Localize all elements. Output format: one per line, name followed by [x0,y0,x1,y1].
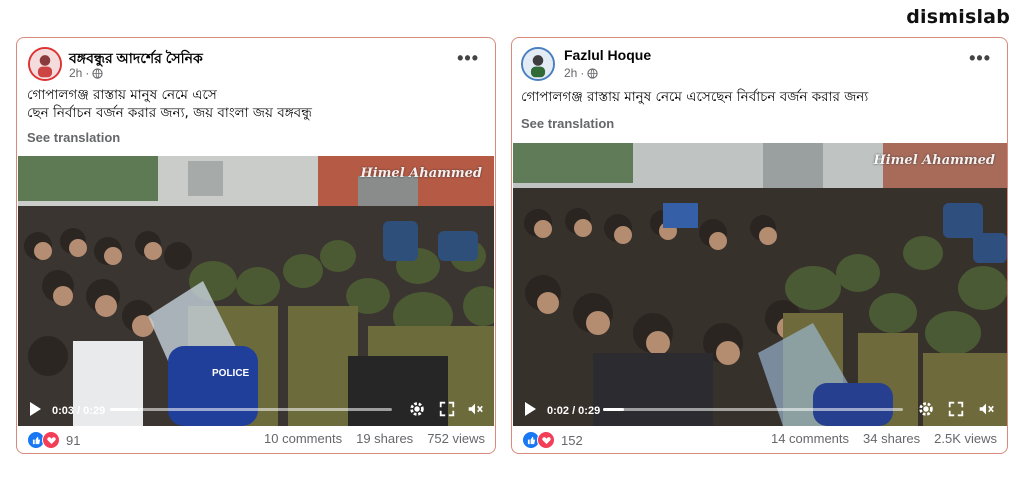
volume-icon[interactable] [977,400,995,418]
shares-link[interactable]: 34 shares [863,431,920,446]
play-icon[interactable] [30,402,41,416]
views-count: 752 views [427,431,485,446]
globe-icon [92,67,103,79]
video-progress-bar[interactable] [603,408,903,411]
more-icon[interactable]: ••• [457,48,479,69]
facebook-post-1: বঙ্গবন্ধুর আদর্শের সৈনিক 2h · ••• গোপালগ… [16,37,496,454]
post-meta: 2h · [69,66,103,80]
fullscreen-icon[interactable] [438,400,456,418]
post-time[interactable]: 2h [564,66,577,80]
brand-logo: dismislab [906,6,1010,28]
globe-icon [587,67,598,79]
settings-icon[interactable] [917,400,935,418]
comments-link[interactable]: 10 comments [264,431,342,446]
video-watermark: Himel Ahammed [360,166,482,181]
post-text: গোপালগঞ্জ রাস্তায় মানুষ নেমে এসে ছেন নি… [27,86,482,122]
reactions[interactable]: 152 [522,431,583,449]
post-stats: 14 comments 34 shares 2.5K views [771,431,997,446]
shares-link[interactable]: 19 shares [356,431,413,446]
video-player[interactable]: POLICE Himel Ahammed 0:03 / 0:29 [18,156,494,426]
post-text-line: গোপালগঞ্জ রাস্তায় মানুষ নেমে এসেছেন নির… [521,89,869,105]
avatar[interactable] [521,47,555,81]
reactions[interactable]: 91 [27,431,80,449]
video-watermark: Himel Ahammed [873,153,995,168]
reaction-count: 91 [66,432,81,448]
post-meta: 2h · [564,66,598,80]
facebook-post-2: Fazlul Hoque 2h · ••• গোপালগঞ্জ রাস্তায়… [511,37,1008,454]
video-progress-bar[interactable] [110,408,392,411]
more-icon[interactable]: ••• [969,48,991,69]
author-name[interactable]: Fazlul Hoque [564,47,651,63]
reaction-count: 152 [561,432,583,448]
post-text: গোপালগঞ্জ রাস্তায় মানুষ নেমে এসেছেন নির… [521,88,1001,106]
post-footer: 152 14 comments 34 shares 2.5K views [512,425,1007,453]
video-frame [18,156,494,426]
video-time: 0:02 / 0:29 [547,405,601,417]
police-label: POLICE [212,368,250,379]
post-time[interactable]: 2h [69,66,82,80]
volume-icon[interactable] [466,400,484,418]
post-stats: 10 comments 19 shares 752 views [264,431,485,446]
see-translation-link[interactable]: See translation [27,130,120,145]
video-progress-fill [603,408,624,411]
post-text-line: ছেন নির্বাচন বর্জন করার জন্য, জয় বাংলা … [27,105,312,121]
post-footer: 91 10 comments 19 shares 752 views [17,425,495,453]
play-icon[interactable] [525,402,536,416]
fullscreen-icon[interactable] [947,400,965,418]
avatar[interactable] [28,47,62,81]
views-count: 2.5K views [934,431,997,446]
video-time: 0:03 / 0:29 [52,405,106,417]
video-player[interactable]: Himel Ahammed 0:02 / 0:29 [513,143,1007,426]
video-progress-fill [110,408,139,411]
post-text-line: গোপালগঞ্জ রাস্তায় মানুষ নেমে এসে [27,87,217,103]
see-translation-link[interactable]: See translation [521,116,614,131]
settings-icon[interactable] [408,400,426,418]
comments-link[interactable]: 14 comments [771,431,849,446]
love-icon [537,431,555,449]
video-frame [513,143,1007,426]
love-icon [42,431,60,449]
